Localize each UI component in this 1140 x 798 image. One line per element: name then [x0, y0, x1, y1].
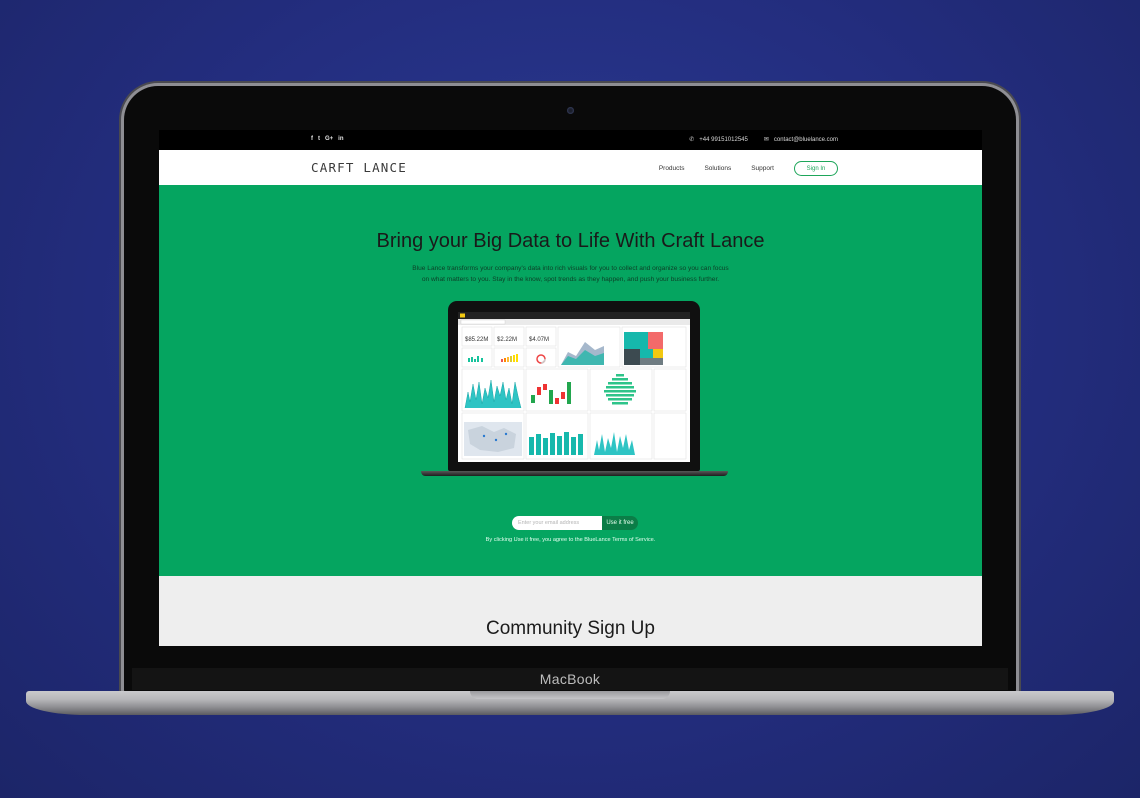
- google-plus-icon[interactable]: G+: [325, 136, 333, 142]
- kpi-value-3: $4.07M: [529, 337, 549, 343]
- site-logo[interactable]: CARFT LANCE: [311, 160, 407, 175]
- phone-icon: ✆: [689, 137, 695, 143]
- laptop-base: [26, 691, 1114, 715]
- hero-title: Bring your Big Data to Life With Craft L…: [376, 230, 765, 252]
- linkedin-icon[interactable]: in: [338, 136, 343, 142]
- hero-section: Bring your Big Data to Life With Craft L…: [159, 185, 982, 576]
- terms-notice: By clicking Use it free, you agree to th…: [485, 537, 656, 543]
- community-section: Community Sign Up: [159, 576, 982, 646]
- community-title: Community Sign Up: [486, 618, 655, 639]
- dashboard-illustration: $85.22M $2.22M $4.07M: [458, 312, 690, 460]
- nav-links: Products Solutions Support Sign In: [659, 161, 838, 176]
- phone-contact[interactable]: ✆ +44 99151012545: [689, 136, 748, 143]
- kpi-value-2: $2.22M: [497, 337, 517, 343]
- email-input[interactable]: [512, 516, 602, 530]
- use-it-free-button[interactable]: Use it free: [602, 516, 638, 530]
- dashboard-laptop-image: $85.22M $2.22M $4.07M: [448, 301, 700, 471]
- twitter-icon[interactable]: t: [318, 136, 320, 142]
- email-contact[interactable]: ✉ contact@bluelance.com: [764, 136, 838, 143]
- contact-info: ✆ +44 99151012545 ✉ contact@bluelance.com: [689, 136, 838, 143]
- camera: [567, 107, 574, 114]
- navbar: CARFT LANCE Products Solutions Support S…: [159, 150, 982, 185]
- top-contact-bar: f t G+ in ✆ +44 99151012545 ✉ contact@blue…: [159, 130, 982, 150]
- email-address: contact@bluelance.com: [773, 137, 838, 143]
- nav-link-products[interactable]: Products: [659, 165, 685, 172]
- laptop-base-notch: [470, 691, 670, 699]
- device-brand-label: MacBook: [539, 671, 601, 687]
- kpi-value-1: $85.22M: [465, 337, 488, 343]
- phone-number: +44 99151012545: [699, 137, 748, 143]
- nav-link-support[interactable]: Support: [751, 165, 774, 172]
- laptop-screen: f t G+ in ✆ +44 99151012545 ✉ contact@blue…: [159, 130, 982, 646]
- sign-in-button[interactable]: Sign In: [794, 161, 838, 176]
- nav-link-solutions[interactable]: Solutions: [704, 165, 731, 172]
- social-links: f t G+ in: [311, 136, 344, 142]
- facebook-icon[interactable]: f: [311, 136, 313, 142]
- email-signup-form: Use it free: [512, 516, 638, 530]
- hero-description-line-2: on what matters to you. Stay in the know…: [421, 276, 720, 283]
- bezel-bottom: MacBook: [132, 668, 1008, 690]
- dashboard-laptop-base: [421, 471, 728, 476]
- dashboard-screenshot: $85.22M $2.22M $4.07M: [458, 312, 690, 462]
- hero-description: Blue Lance transforms your company's dat…: [395, 263, 746, 285]
- mail-icon: ✉: [763, 137, 769, 143]
- hero-description-line-1: Blue Lance transforms your company's dat…: [412, 265, 729, 272]
